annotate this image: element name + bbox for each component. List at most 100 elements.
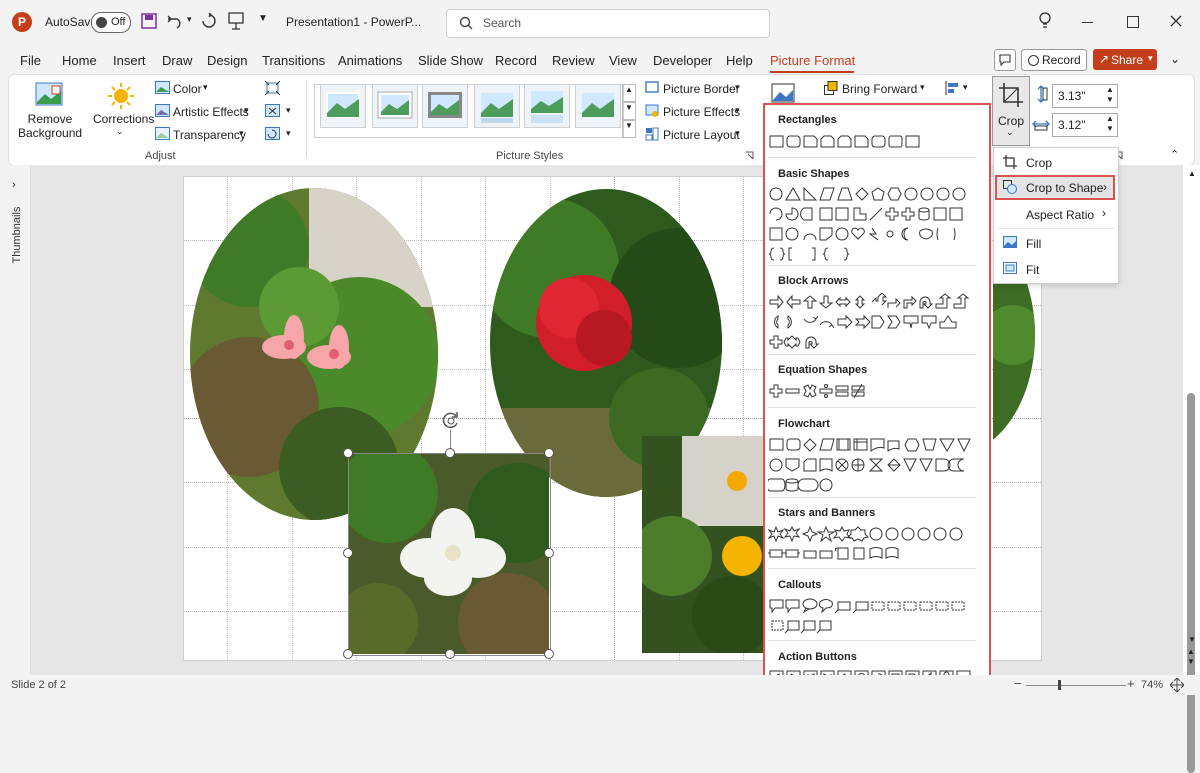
shape-row-stars-1[interactable] — [768, 525, 990, 543]
close-window-button[interactable] — [1170, 15, 1182, 27]
tab-view[interactable]: View — [609, 53, 637, 68]
zoom-slider-track[interactable] — [1026, 685, 1126, 686]
menu-item-fit[interactable]: Fit — [994, 257, 1118, 282]
tab-picture-format[interactable]: Picture Format — [770, 53, 855, 68]
picture-layout-dropdown-icon[interactable]: ▾ — [735, 128, 740, 139]
maximize-button[interactable] — [1127, 16, 1139, 28]
redo-icon[interactable] — [201, 13, 217, 29]
scroll-down-icon[interactable]: ▼ — [1188, 635, 1196, 644]
picture-border-dropdown-icon[interactable]: ▾ — [735, 82, 740, 93]
tab-file[interactable]: File — [20, 53, 41, 68]
minimize-button[interactable] — [1082, 22, 1093, 23]
tab-developer[interactable]: Developer — [653, 53, 712, 68]
autosave-toggle[interactable]: Off — [91, 12, 131, 33]
picture-border-button[interactable]: Picture Border — [663, 82, 740, 96]
shape-row-arrows-2[interactable] — [768, 313, 990, 331]
next-slide-icon[interactable]: ▼ — [1187, 657, 1195, 666]
tab-review[interactable]: Review — [552, 53, 595, 68]
shape-row-flowchart-3[interactable] — [768, 476, 990, 494]
corrections-dropdown-icon[interactable]: ⌄ — [116, 126, 124, 137]
zoom-slider-thumb[interactable] — [1058, 680, 1061, 690]
dialog-launcher-icon[interactable] — [745, 151, 754, 160]
resize-handle[interactable] — [343, 649, 353, 659]
picture-style-2[interactable] — [372, 84, 418, 128]
gallery-more-icon[interactable]: ▼ — [622, 120, 636, 138]
picture-layout-button[interactable]: Picture Layout — [663, 128, 740, 142]
zoom-level[interactable]: 74% — [1141, 679, 1163, 691]
color-dropdown-icon[interactable]: ▾ — [203, 82, 208, 93]
shape-row-basic-3[interactable] — [768, 225, 990, 243]
scroll-up-icon[interactable]: ▲ — [1188, 169, 1196, 178]
change-picture-icon[interactable] — [265, 104, 280, 118]
reset-picture-dropdown-icon[interactable]: ▾ — [286, 128, 291, 139]
shape-row-flowchart-2[interactable] — [768, 456, 990, 474]
shape-row-flowchart-1[interactable] — [768, 436, 990, 454]
change-picture-dropdown-icon[interactable]: ▾ — [286, 105, 291, 116]
collapse-ribbon-icon[interactable]: ⌃ — [1170, 148, 1179, 161]
tab-transitions[interactable]: Transitions — [262, 53, 325, 68]
tab-home[interactable]: Home — [62, 53, 97, 68]
tab-draw[interactable]: Draw — [162, 53, 192, 68]
gallery-scroll-down-icon[interactable]: ▼ — [622, 102, 636, 120]
menu-item-crop[interactable]: Crop — [994, 150, 1118, 175]
vertical-scrollbar[interactable]: ▲ ▼ ▲ ▼ — [1183, 165, 1200, 773]
remove-background-button[interactable]: Remove Background — [18, 112, 82, 140]
transparency-button[interactable]: Transparency — [173, 128, 246, 142]
picture-style-4[interactable] — [474, 84, 520, 128]
height-spinner-down-icon[interactable]: ▼ — [1106, 95, 1114, 104]
menu-item-crop-to-shape[interactable]: Crop to Shape › — [995, 175, 1115, 200]
shape-row-callouts-1[interactable] — [768, 597, 990, 615]
resize-handle[interactable] — [343, 548, 353, 558]
shape-row-arrows-3[interactable] — [768, 333, 990, 351]
align-dropdown-icon[interactable]: ▾ — [963, 82, 968, 93]
zoom-out-button[interactable]: − — [1014, 676, 1022, 691]
record-button[interactable]: Record — [1021, 49, 1087, 71]
customize-toolbar-icon[interactable]: ▼ — [258, 13, 268, 24]
picture-effects-button[interactable]: Picture Effects — [663, 105, 740, 119]
shape-height-input[interactable]: 3.13" ▲ ▼ — [1052, 84, 1118, 108]
resize-handle[interactable] — [445, 649, 455, 659]
rotate-handle-icon[interactable] — [440, 410, 462, 432]
shape-row-stars-2[interactable] — [768, 545, 990, 563]
picture-style-3[interactable] — [422, 84, 468, 128]
shape-row-equation[interactable] — [768, 382, 990, 400]
expand-thumbnails-icon[interactable]: › — [12, 179, 16, 191]
thumbnails-label[interactable]: Thumbnails — [11, 200, 23, 270]
zoom-in-button[interactable]: + — [1127, 676, 1135, 691]
picture-effects-dropdown-icon[interactable]: ▾ — [735, 105, 740, 116]
shape-row-basic-1[interactable] — [768, 185, 990, 203]
fit-slide-icon[interactable] — [1170, 678, 1184, 692]
share-button[interactable]: ↗ Share ▾ — [1093, 49, 1157, 70]
tab-help[interactable]: Help — [726, 53, 753, 68]
corrections-button[interactable]: Corrections — [93, 112, 154, 126]
shape-row-basic-4[interactable] — [768, 245, 990, 263]
previous-slide-icon[interactable]: ▲ — [1187, 647, 1195, 656]
tab-design[interactable]: Design — [207, 53, 247, 68]
tab-animations[interactable]: Animations — [338, 53, 402, 68]
shape-row-arrows-1[interactable] — [768, 293, 990, 311]
undo-dropdown-icon[interactable]: ▾ — [187, 14, 192, 25]
lightbulb-icon[interactable] — [1038, 12, 1052, 30]
menu-item-fill[interactable]: Fill — [994, 231, 1118, 256]
shape-row-rectangles[interactable] — [768, 133, 990, 151]
rect-picture-ixora[interactable] — [642, 436, 763, 653]
artistic-effects-button[interactable]: Artistic Effects — [173, 105, 249, 119]
picture-style-1[interactable] — [320, 84, 366, 128]
save-icon[interactable] — [141, 13, 157, 29]
tab-slide-show[interactable]: Slide Show — [418, 53, 483, 68]
shape-row-basic-2[interactable] — [768, 205, 990, 223]
bring-forward-button[interactable]: Bring Forward — [842, 82, 917, 96]
gallery-scroll-up-icon[interactable]: ▲ — [622, 84, 636, 102]
undo-icon[interactable] — [167, 13, 183, 29]
resize-handle[interactable] — [544, 448, 554, 458]
resize-handle[interactable] — [544, 649, 554, 659]
color-button[interactable]: Color — [173, 82, 202, 96]
ribbon-collapse-icon[interactable]: ⌄ — [1170, 52, 1180, 66]
picture-style-6[interactable] — [575, 84, 621, 128]
transparency-dropdown-icon[interactable]: ▾ — [239, 128, 244, 139]
crop-button[interactable]: Crop ⌄ — [992, 76, 1030, 146]
resize-handle[interactable] — [343, 448, 353, 458]
reset-picture-icon[interactable] — [265, 127, 280, 141]
tab-record[interactable]: Record — [495, 53, 537, 68]
shape-row-callouts-2[interactable] — [768, 617, 990, 635]
